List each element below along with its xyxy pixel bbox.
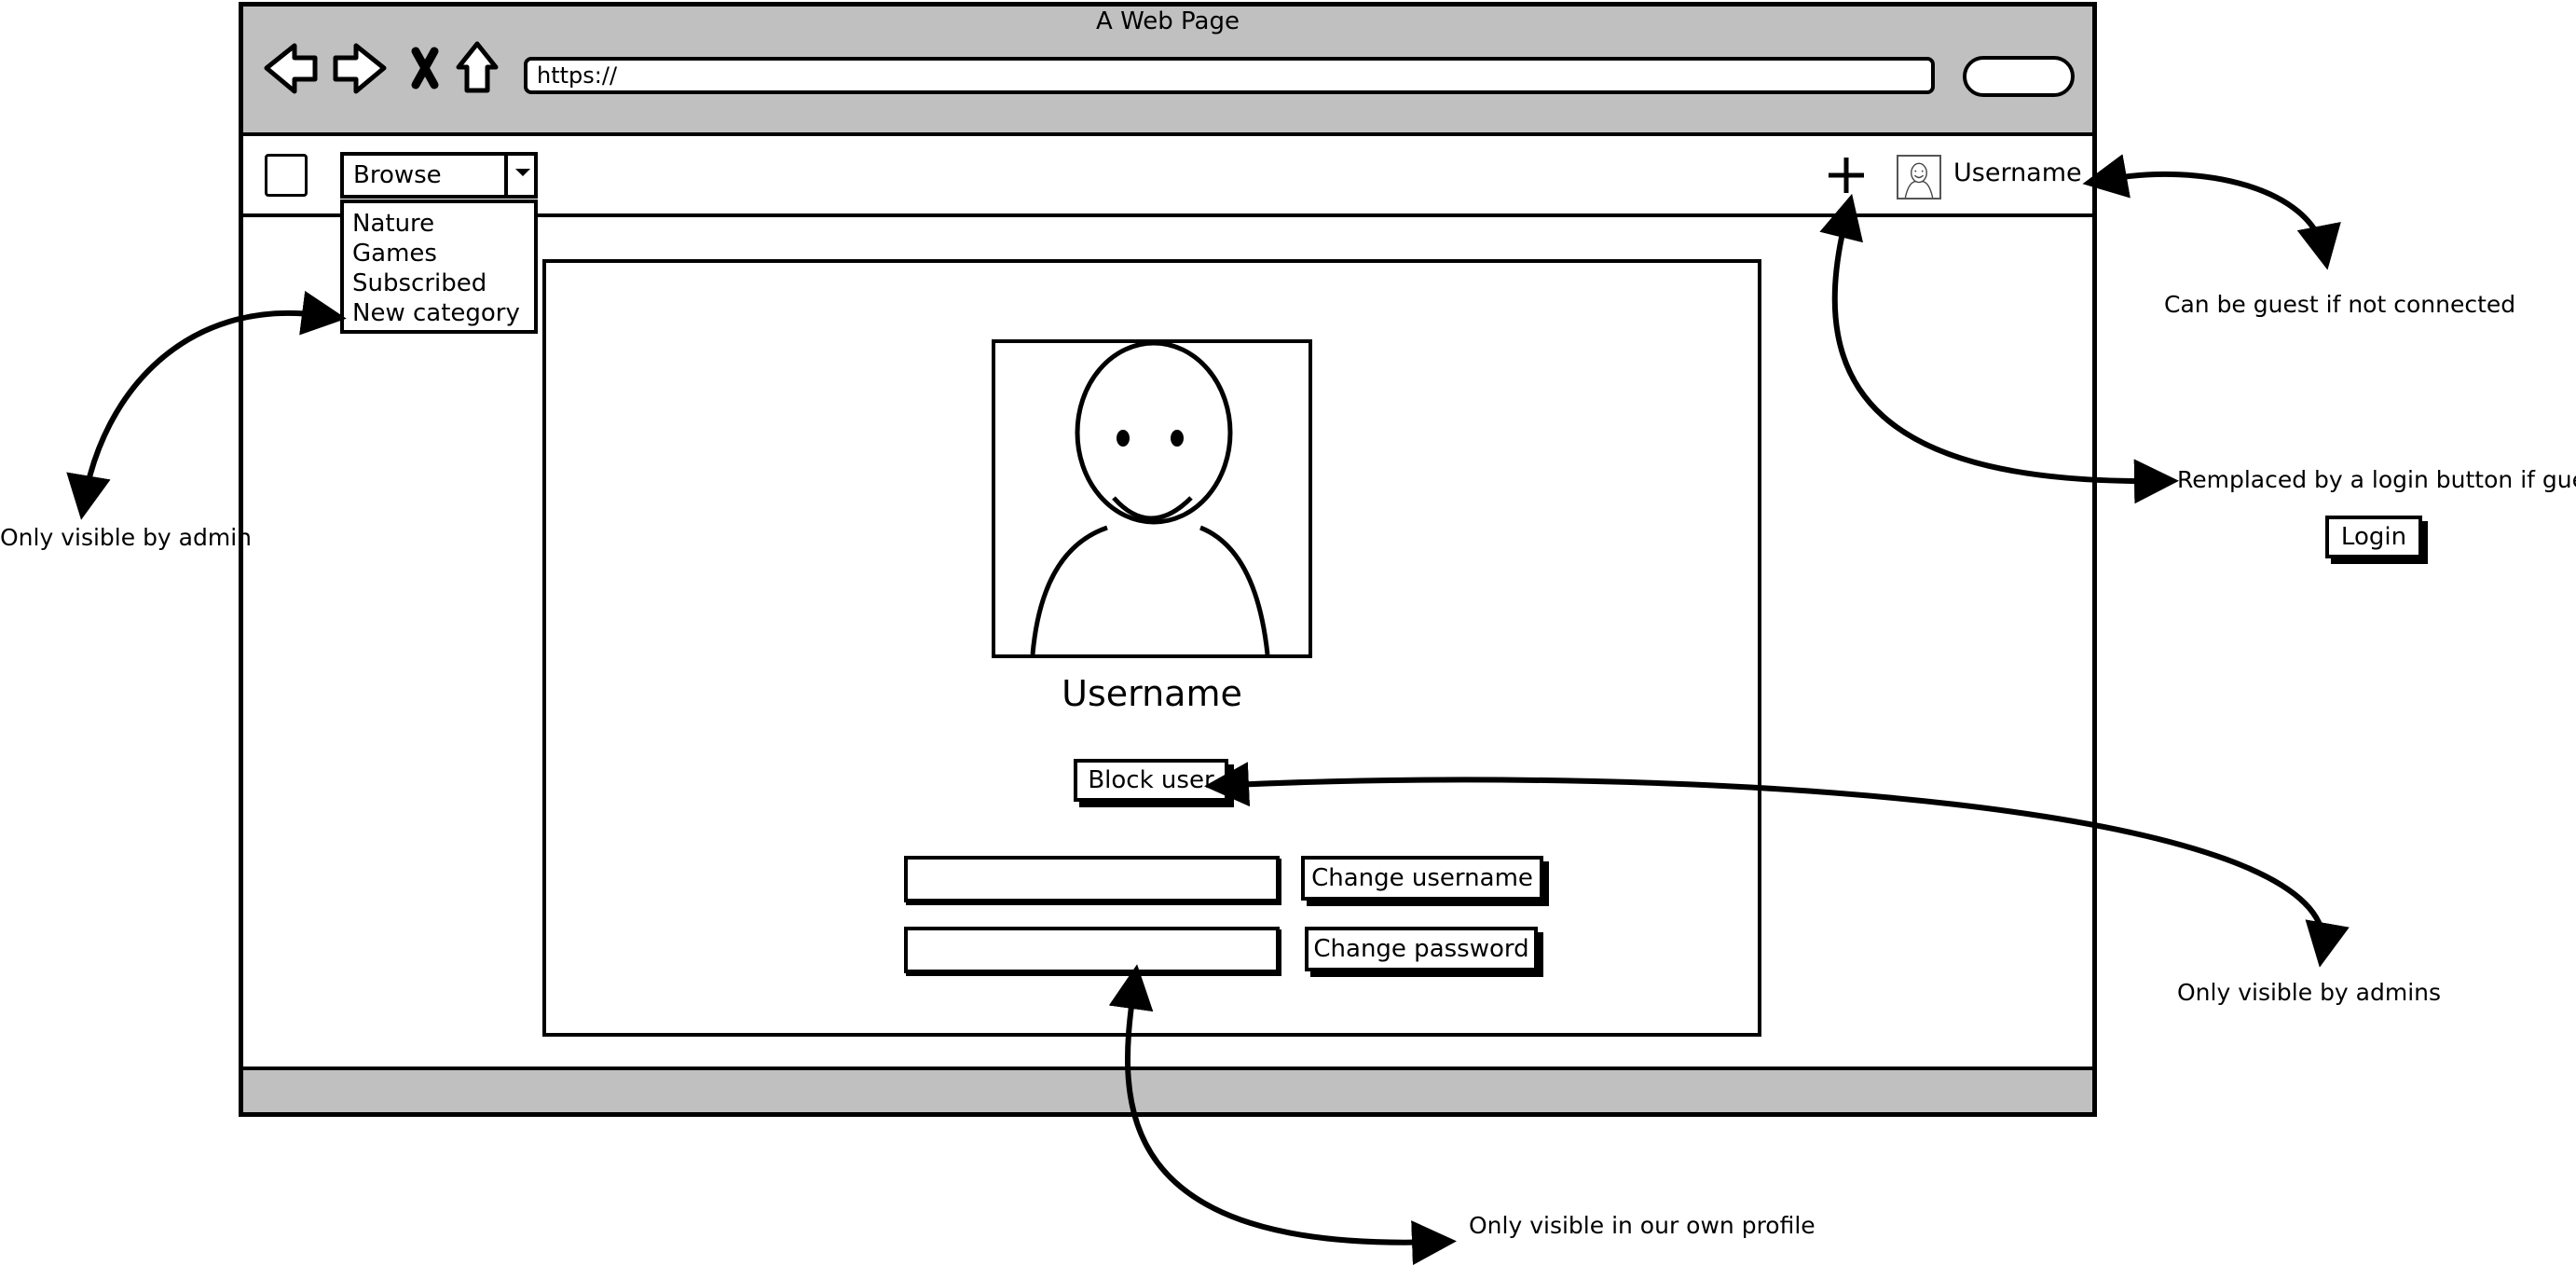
browse-option-subscribed[interactable]: Subscribed bbox=[352, 268, 534, 298]
new-password-input[interactable] bbox=[904, 927, 1280, 973]
new-username-input[interactable] bbox=[904, 856, 1280, 902]
arrow-guest bbox=[2082, 154, 2341, 270]
browse-option-new-category[interactable]: New category bbox=[352, 298, 534, 328]
block-user-button[interactable]: Block user bbox=[1074, 759, 1228, 802]
browser-statusbar bbox=[239, 1066, 2097, 1117]
profile-avatar bbox=[992, 339, 1312, 658]
login-button[interactable]: Login bbox=[2325, 516, 2422, 558]
change-password-button[interactable]: Change password bbox=[1305, 927, 1538, 971]
nav-avatar-icon[interactable] bbox=[1897, 155, 1941, 200]
browser-search-box[interactable] bbox=[1963, 56, 2075, 97]
note-login-replace: Remplaced by a login button if guest bbox=[2177, 466, 2576, 493]
browse-dropdown-label: Browse bbox=[353, 161, 442, 189]
plus-icon[interactable] bbox=[1825, 154, 1868, 197]
browse-option-games[interactable]: Games bbox=[352, 239, 534, 268]
caret-down-icon bbox=[515, 169, 530, 176]
note-admin-only: Only visible by admin bbox=[0, 524, 253, 551]
note-own-profile: Only visible in our own profile bbox=[1469, 1212, 1816, 1239]
change-username-button[interactable]: Change username bbox=[1301, 856, 1543, 901]
profile-username: Username bbox=[1062, 673, 1242, 714]
note-admins-only: Only visible by admins bbox=[2177, 979, 2442, 1006]
browse-option-nature[interactable]: Nature bbox=[352, 209, 534, 239]
nav-username[interactable]: Username bbox=[1953, 158, 2082, 187]
browse-dropdown-toggle[interactable] bbox=[504, 152, 538, 199]
note-guest: Can be guest if not connected bbox=[2164, 291, 2516, 318]
url-bar[interactable]: https:// bbox=[524, 57, 1935, 94]
browse-dropdown-menu: Nature Games Subscribed New category bbox=[340, 200, 538, 334]
window-title: A Web Page bbox=[1096, 7, 1240, 35]
menu-checkbox[interactable] bbox=[265, 154, 308, 197]
profile-avatar-icon bbox=[1030, 343, 1270, 654]
